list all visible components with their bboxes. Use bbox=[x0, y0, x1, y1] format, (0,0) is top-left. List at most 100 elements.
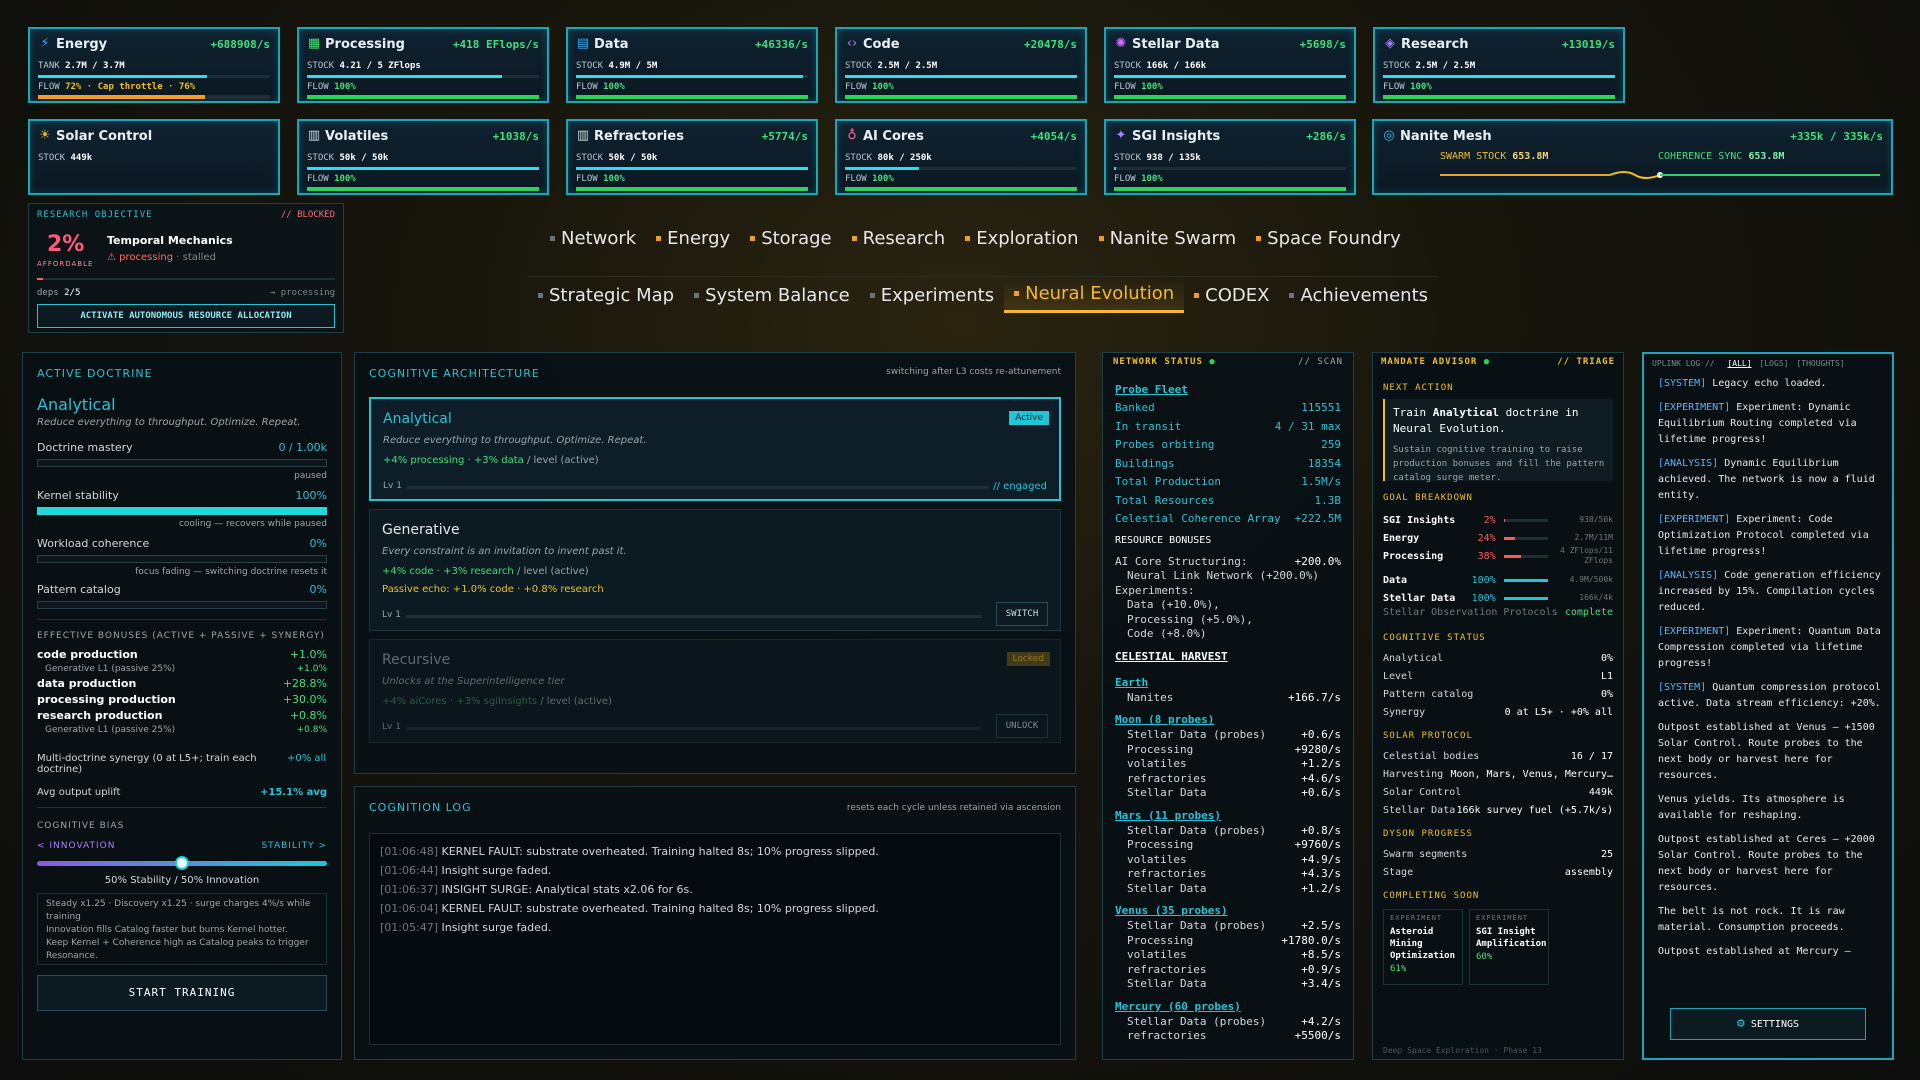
resource-flow: FLOW 100% bbox=[307, 82, 356, 92]
next-action-header: NEXT ACTION bbox=[1383, 383, 1454, 393]
nav-tab-label: Storage bbox=[761, 228, 832, 249]
resource-stock: STOCK 166k / 166k bbox=[1114, 61, 1207, 71]
doctrine-card-analytical[interactable]: Analytical Active Reduce everything to thr… bbox=[369, 397, 1061, 501]
resource-name: Data bbox=[594, 37, 629, 52]
uplink-tab[interactable]: [ALL] bbox=[1727, 359, 1751, 368]
bonus-label: data production bbox=[37, 677, 137, 690]
bonus-row: processing production +30.0% bbox=[37, 692, 327, 708]
uplink-log-entry: [ANALYSIS] Code generation efficiency in… bbox=[1658, 570, 1881, 613]
resource-card-stellar-data[interactable]: ✺ Stellar Data +5698/s STOCK 166k / 166k FLO… bbox=[1104, 27, 1356, 103]
cognition-log-list[interactable]: [01:06:48] KERNEL FAULT: substrate overh… bbox=[369, 833, 1061, 1045]
nav-tab-energy[interactable]: Energy bbox=[646, 222, 740, 255]
harvest-row: volatiles +8.5/s bbox=[1127, 948, 1341, 961]
resource-bonus-line: AI Core Structuring: +200.0% bbox=[1115, 554, 1341, 568]
flow-bar bbox=[576, 95, 808, 99]
catalog-bar bbox=[37, 601, 327, 609]
resource-rate: +46336/s bbox=[755, 38, 808, 51]
nav-dot-icon bbox=[851, 236, 857, 241]
resource-bonus-line: Neural Link Network (+200.0%) bbox=[1127, 569, 1320, 582]
resource-card-energy[interactable]: ⚡ Energy +688908/s TANK 2.7M / 3.7M FLOW 72%… bbox=[28, 27, 280, 103]
research-objective-panel: RESEARCH OBJECTIVE // BLOCKED 2% AFFORDA… bbox=[28, 203, 344, 333]
bonus-sub-row: Generative L1 (passive 25%) +0.8% bbox=[45, 725, 327, 735]
nanite-mesh-card[interactable]: ◎ Nanite Mesh +335k / 335k/s SWARM STOCK… bbox=[1372, 119, 1893, 195]
uplink-log-entry: Venus yields. Its atmosphere is availabl… bbox=[1658, 794, 1845, 821]
status-dot-icon: ● bbox=[1209, 357, 1216, 367]
resource-bonus-line: Data (+10.0%), bbox=[1127, 598, 1220, 611]
stock-bar bbox=[307, 167, 539, 170]
uplift-value: +15.1% avg bbox=[260, 787, 327, 798]
bias-slider[interactable] bbox=[37, 856, 327, 870]
swarm-label: SWARM STOCK 653.8M bbox=[1440, 151, 1549, 162]
settings-button[interactable]: ⚙ SETTINGS bbox=[1670, 1008, 1866, 1040]
resource-card-research[interactable]: ◈ Research +13019/s STOCK 2.5M / 2.5M FLOW 1… bbox=[1373, 27, 1625, 103]
completing-soon-card[interactable]: EXPERIMENT Asteroid Mining Optimization 61… bbox=[1383, 909, 1463, 985]
uplink-tab[interactable]: [THOUGHTS] bbox=[1796, 359, 1844, 368]
harvest-row: Nanites +166.7/s bbox=[1127, 690, 1341, 704]
celestial-body-link[interactable]: Venus (35 probes) bbox=[1115, 904, 1341, 917]
stock-bar bbox=[576, 167, 808, 170]
advisor-stat-row: Stellar Data 166k survey fuel (+5.7k/s) bbox=[1383, 805, 1613, 816]
resource-flow: FLOW 100% bbox=[576, 82, 625, 92]
nav-tab-network[interactable]: Network bbox=[540, 222, 646, 255]
resource-card-solar-control[interactable]: ☀ Solar Control STOCK 449k bbox=[28, 119, 280, 195]
resource-card-code[interactable]: ‹› Code +20478/s STOCK 2.5M / 2.5M FLOW 100% bbox=[835, 27, 1087, 103]
harvest-row: refractories +0.9/s bbox=[1127, 962, 1341, 976]
nav-tab-label: Strategic Map bbox=[549, 284, 675, 306]
resource-rate: +13019/s bbox=[1562, 38, 1615, 51]
resource-card-ai-cores[interactable]: ♁ AI Cores +4054/s STOCK 80k / 250k FLOW 100… bbox=[835, 119, 1087, 195]
nav-tab-exploration[interactable]: Exploration bbox=[955, 222, 1088, 255]
celestial-harvest-link[interactable]: CELESTIAL HARVEST bbox=[1115, 650, 1341, 663]
uplink-tab[interactable]: [LOGS] bbox=[1760, 359, 1789, 368]
resource-card-refractories[interactable]: ▥ Refractories +5774/s STOCK 50k / 50k FLOW … bbox=[566, 119, 818, 195]
cognition-log-entry: [01:06:44] Insight surge faded. bbox=[380, 864, 552, 877]
energy-icon: ⚡ bbox=[40, 36, 50, 51]
bias-slider-thumb[interactable] bbox=[175, 856, 189, 870]
celestial-body-link[interactable]: Earth bbox=[1115, 676, 1341, 689]
nav-dot-icon bbox=[1098, 236, 1104, 241]
uplink-tabs: UPLINK LOG // [ALL] [LOGS] [THOUGHTS] bbox=[1652, 359, 1845, 368]
flow-bar bbox=[1114, 187, 1346, 191]
mastery-label: Doctrine mastery bbox=[37, 441, 133, 454]
advisor-stat-row: Analytical 0% bbox=[1383, 653, 1613, 664]
nav-tab-codex[interactable]: CODEX bbox=[1184, 277, 1279, 313]
celestial-body-link[interactable]: Moon (8 probes) bbox=[1115, 713, 1341, 726]
bias-note: Steady x1.25 · Discovery x1.25 · surge c… bbox=[46, 899, 311, 922]
harvest-row: volatiles +4.9/s bbox=[1127, 852, 1341, 866]
nav-tab-experiments[interactable]: Experiments bbox=[860, 277, 1004, 313]
nav-tab-space-foundry[interactable]: Space Foundry bbox=[1246, 222, 1411, 255]
doctrine-switch-button[interactable]: SWITCH bbox=[996, 602, 1048, 626]
resource-rate: +688908/s bbox=[210, 38, 270, 51]
uplink-log-list[interactable]: [SYSTEM] Legacy echo loaded. [EXPERIMENT]… bbox=[1658, 376, 1882, 998]
stock-bar bbox=[307, 75, 539, 78]
nav-tab-research[interactable]: Research bbox=[842, 222, 956, 255]
nav-tab-system-balance[interactable]: System Balance bbox=[684, 277, 860, 313]
research-icon: ◈ bbox=[1385, 36, 1395, 51]
nav-dot-icon bbox=[869, 292, 875, 298]
nav-tab-achievements[interactable]: Achievements bbox=[1279, 277, 1438, 313]
doctrine-card-generative[interactable]: Generative Every constraint is an invitat… bbox=[369, 509, 1061, 631]
celestial-body-link[interactable]: Mars (11 probes) bbox=[1115, 809, 1341, 822]
advisor-header: MANDATE ADVISOR ● bbox=[1381, 357, 1491, 367]
resource-card-data[interactable]: ▤ Data +46336/s STOCK 4.9M / 5M FLOW 100% bbox=[566, 27, 818, 103]
probe-fleet-link[interactable]: Probe Fleet bbox=[1115, 383, 1341, 396]
start-training-button[interactable]: START TRAINING bbox=[37, 975, 327, 1011]
network-tag: // SCAN bbox=[1298, 357, 1343, 367]
resource-card-processing[interactable]: ▦ Processing +418 EFlops/s STOCK 4.21 / 5 Z… bbox=[297, 27, 549, 103]
nav-tab-nanite-swarm[interactable]: Nanite Swarm bbox=[1089, 222, 1247, 255]
bias-note: Keep Kernel + Coherence high as Catalog … bbox=[46, 938, 309, 961]
resource-card-volatiles[interactable]: ▥ Volatiles +1038/s STOCK 50k / 50k FLOW 100… bbox=[297, 119, 549, 195]
celestial-body-link[interactable]: Mercury (60 probes) bbox=[1115, 1000, 1341, 1013]
activate-allocation-button[interactable]: ACTIVATE AUTONOMOUS RESOURCE ALLOCATION bbox=[37, 304, 335, 328]
nav-tab-neural-evolution[interactable]: Neural Evolution bbox=[1004, 277, 1185, 313]
completing-soon-card[interactable]: EXPERIMENT SGI Insight Amplification 60% bbox=[1469, 909, 1549, 985]
doctrine-card-recursive[interactable]: Recursive Locked Unlocks at the Superintel… bbox=[369, 639, 1061, 743]
doctrine-card-tagline: Every constraint is an invitation to inv… bbox=[382, 546, 627, 557]
nav-tab-strategic-map[interactable]: Strategic Map bbox=[528, 277, 684, 313]
doctrine-unlock-button[interactable]: UNLOCK bbox=[996, 714, 1048, 738]
nav-tab-storage[interactable]: Storage bbox=[740, 222, 841, 255]
resource-card-sgi-insights[interactable]: ✦ SGI Insights +286/s STOCK 938 / 135k FLOW … bbox=[1104, 119, 1356, 195]
next-action-card[interactable]: Train Analytical doctrine in Neural Evol… bbox=[1383, 399, 1613, 483]
bias-note: Innovation fills Catalog faster but burn… bbox=[46, 925, 288, 935]
doctrine-name: Analytical bbox=[37, 395, 116, 414]
advisor-tag: // TRIAGE bbox=[1557, 357, 1615, 367]
